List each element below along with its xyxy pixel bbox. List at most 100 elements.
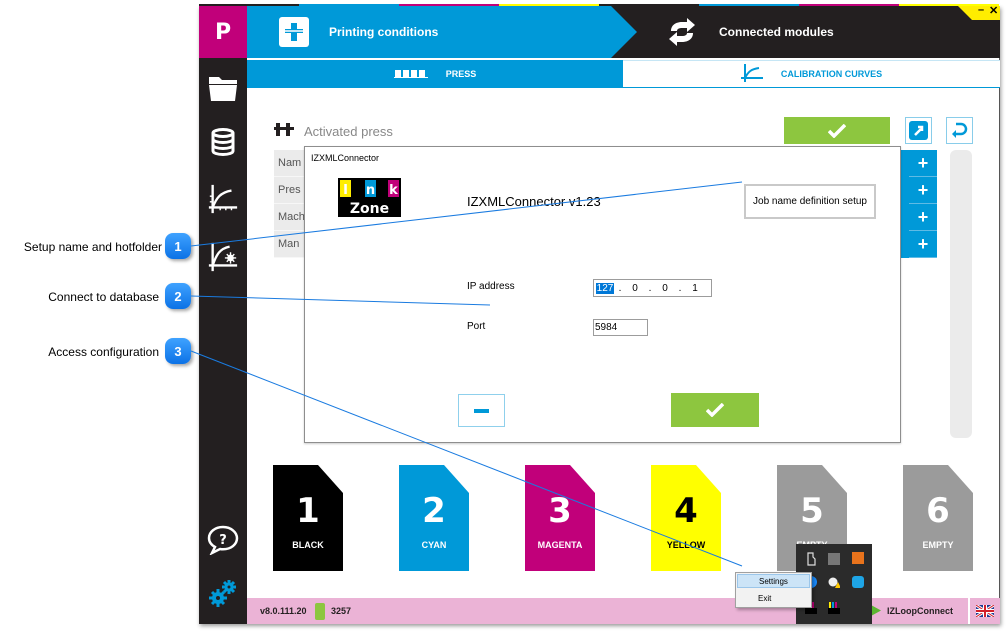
usb-dongle-icon (315, 603, 325, 620)
subtab-press[interactable]: PRESS (247, 60, 623, 88)
menu-item-settings[interactable]: Settings (737, 574, 810, 588)
ink-number: 4 (674, 491, 698, 531)
ink-name: YELLOW (666, 540, 706, 550)
subtab-press-label: PRESS (445, 69, 477, 79)
ink-name: CYAN (421, 540, 447, 550)
ink-name: EMPTY (922, 540, 954, 550)
add-button[interactable]: + (909, 204, 937, 231)
scrollbar[interactable] (950, 150, 972, 438)
logo-letter-k: k (389, 183, 398, 198)
ip-separator: . (618, 282, 622, 294)
ip-octet-1[interactable]: 127 (595, 282, 615, 294)
curve-settings-icon[interactable] (207, 241, 239, 273)
port-label: Port (467, 321, 486, 332)
cancel-button[interactable] (458, 394, 505, 427)
header: Connected modules Printing conditions – … (247, 6, 1000, 58)
ip-address-input[interactable]: 127 . 0 . 0 . 1 (593, 279, 712, 297)
language-flag-uk-icon[interactable] (968, 598, 1000, 624)
sync-icon (667, 18, 697, 51)
subtabs: PRESS CALIBRATION CURVES (247, 60, 1000, 88)
logo-zone: Zone (350, 201, 389, 217)
press-field-manufacturer: Man (274, 231, 304, 258)
checkmark-icon (706, 403, 724, 417)
sidebar: P ? (199, 6, 247, 624)
ip-separator: . (678, 282, 682, 294)
menu-item-exit[interactable]: Exit (737, 592, 810, 606)
settings-gears-icon[interactable] (207, 578, 239, 610)
callout-label: Connect to database (48, 290, 159, 304)
help-icon[interactable]: ? (207, 524, 239, 556)
ink-unit-6[interactable]: 6 EMPTY (903, 465, 973, 571)
ok-button[interactable] (671, 393, 759, 427)
ink-number: 1 (296, 491, 320, 531)
ip-octet-4[interactable]: 1 (684, 283, 706, 294)
ink-number: 5 (800, 491, 824, 531)
ink-number: 3 (548, 491, 572, 531)
press-units-icon (393, 68, 428, 80)
ip-address-label: IP address (467, 281, 515, 292)
subtab-calibration-label: CALIBRATION CURVES (780, 69, 883, 79)
callout-badge: 1 (165, 233, 191, 259)
callout-label: Setup name and hotfolder (23, 240, 162, 254)
add-buttons: + + + + (909, 150, 937, 258)
minimize-button[interactable]: – (978, 6, 984, 16)
subtab-calibration-curves[interactable]: CALIBRATION CURVES (623, 60, 1000, 88)
press-field-press: Pres (274, 177, 304, 204)
app-logo: P (199, 6, 247, 58)
connection-status[interactable]: IZLoopConnect (871, 605, 953, 616)
version-text: v8.0.111.20 (260, 606, 307, 616)
inkzone-logo: I n k Zone (338, 178, 401, 217)
undo-button[interactable] (946, 117, 973, 144)
ink-unit-1[interactable]: 1 BLACK (273, 465, 343, 571)
minus-icon (474, 408, 489, 413)
ink-unit-3[interactable]: 3 MAGENTA (525, 465, 595, 571)
edit-button[interactable] (905, 117, 932, 144)
cloud-sync-icon[interactable] (852, 576, 864, 588)
port-input[interactable]: 5984 (593, 319, 648, 336)
folder-icon[interactable] (207, 72, 239, 104)
svg-text:?: ? (219, 533, 227, 548)
ink-number: 2 (422, 491, 446, 531)
security-warning-icon[interactable] (828, 576, 841, 588)
ink-unit-4[interactable]: 4 YELLOW (651, 465, 721, 571)
add-button[interactable]: + (909, 177, 937, 204)
callout-badge: 3 (165, 338, 191, 364)
update-icon[interactable] (852, 552, 864, 564)
license-count: 3257 (331, 606, 352, 616)
logo-letter-i: I (343, 183, 348, 198)
add-button[interactable]: + (909, 150, 937, 177)
add-button[interactable]: + (909, 231, 937, 258)
ink-name: BLACK (292, 540, 324, 550)
vm-icon[interactable] (828, 553, 840, 565)
callout-label: Access configuration (48, 345, 159, 359)
calibration-curve-icon (740, 64, 763, 84)
izxmlconnector-dialog: IZXMLConnector I n k Zone IZXMLConnector… (304, 146, 901, 443)
usb-drive-icon[interactable] (805, 552, 817, 566)
ink-unit-2[interactable]: 2 CYAN (399, 465, 469, 571)
section-title: Activated press (304, 123, 393, 139)
press-fields: Nam Pres Mach Man (274, 150, 304, 258)
status-bar: v8.0.111.20 3257 IZLoopConnect (247, 598, 1000, 624)
close-button[interactable]: ✕ (989, 6, 998, 17)
ip-octet-3[interactable]: 0 (654, 283, 676, 294)
ip-separator: . (648, 282, 652, 294)
tab-connected-label: Connected modules (719, 25, 834, 39)
ip-octet-2[interactable]: 0 (624, 283, 646, 294)
press-icon (279, 17, 309, 47)
ink-name: MAGENTA (537, 540, 583, 550)
ink-number: 6 (926, 491, 950, 531)
callout-badge: 2 (165, 283, 191, 309)
database-icon[interactable] (207, 126, 239, 158)
job-name-definition-button[interactable]: Job name definition setup (744, 184, 876, 219)
logo-letter-n: n (366, 183, 375, 198)
izc-tray-icon[interactable] (828, 601, 840, 614)
play-icon (871, 605, 881, 616)
tab-printing-label: Printing conditions (329, 25, 439, 39)
plus-strip (901, 150, 909, 258)
press-icon (274, 123, 296, 139)
calibration-curve-icon[interactable] (207, 183, 239, 215)
press-field-name: Nam (274, 150, 304, 177)
tray-context-menu: Settings Exit (735, 572, 812, 608)
tab-printing-conditions[interactable]: Printing conditions (247, 6, 637, 58)
confirm-button[interactable] (784, 117, 890, 144)
